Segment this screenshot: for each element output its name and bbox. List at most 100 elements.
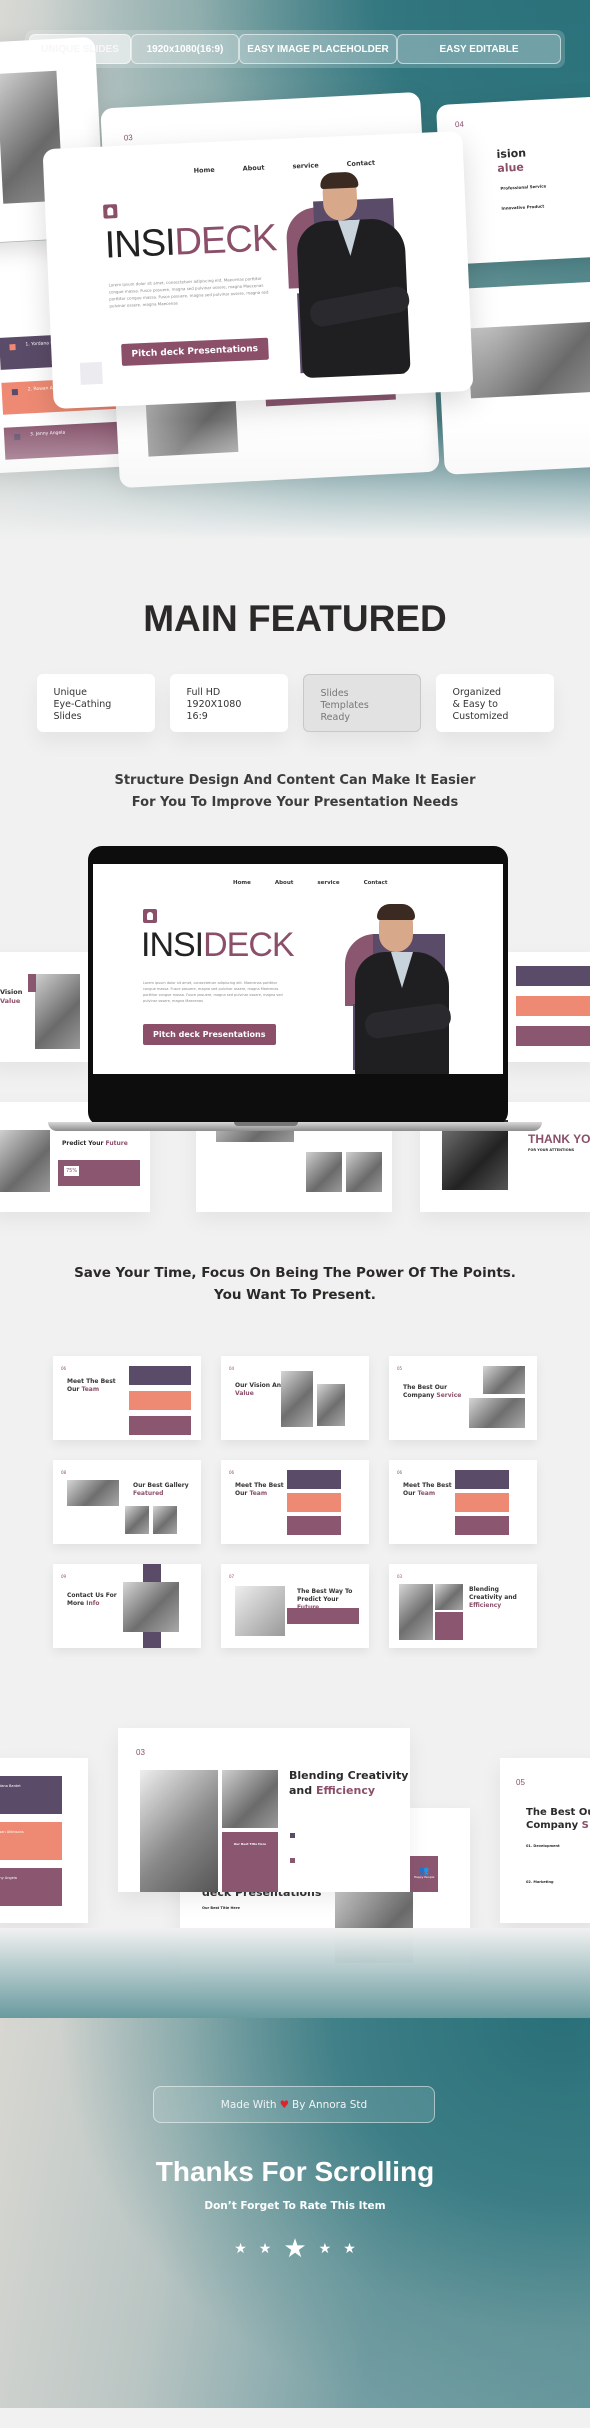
slide-thumbnail[interactable]: 06 Meet The Best Our Team xyxy=(389,1460,537,1544)
balcony-photo xyxy=(140,1770,218,1892)
team-bar-1: Yordana Bardet xyxy=(0,1776,62,1814)
grid-heading: Save Your Time, Focus On Being The Power… xyxy=(74,1265,516,1303)
side-slide-vision: Vision Value xyxy=(0,952,90,1062)
laptop-screen: Home About service Contact INSIDECK Lore… xyxy=(93,864,503,1074)
info-box: Our Best Title Here xyxy=(222,1832,278,1892)
slide-thumbnail[interactable]: 04 Our Vision And Value xyxy=(221,1356,369,1440)
chip-full-hd[interactable]: Full HD 1920X1080 16:9 xyxy=(169,674,288,732)
slide-thumbnail[interactable]: 05 The Best Our Company Service xyxy=(389,1356,537,1440)
star-icon[interactable]: ★ xyxy=(259,2242,272,2256)
service-item: 02. Marketing xyxy=(526,1880,554,1884)
slides-grid: 06 Meet The Best Our Team 04 Our Vision … xyxy=(0,1356,590,1648)
pill-easy-editable[interactable]: EASY EDITABLE xyxy=(397,34,561,64)
vision-item: Innovative Product xyxy=(501,203,545,211)
thanks-heading: Thanks For Scrolling xyxy=(155,2156,435,2187)
tablet-photo xyxy=(0,1130,50,1192)
chip-unique-slides[interactable]: Unique Eye-Cathing Slides xyxy=(36,674,155,732)
bullet-marker xyxy=(290,1833,295,1838)
nav-home[interactable]: Home xyxy=(233,880,251,886)
star-icon[interactable]: ★ xyxy=(343,2242,356,2256)
nav-about[interactable]: About xyxy=(242,164,264,173)
center-title: Blending Creativity and Efficiency xyxy=(289,1769,409,1797)
pitch-deck-button[interactable]: Pitch deck Presentations xyxy=(121,337,269,367)
slide-number: 04 xyxy=(454,119,465,130)
accent-shape xyxy=(28,974,36,992)
nav-service[interactable]: service xyxy=(292,161,319,170)
slide-thumbnail[interactable]: 07 The Best Way To Predict Your Future xyxy=(221,1564,369,1648)
brand-title: INSIDECK xyxy=(103,217,278,267)
office-photo xyxy=(467,320,590,399)
laptop-notch xyxy=(234,1122,298,1126)
slide-thumbnail[interactable]: 06 Meet The Best Our Team xyxy=(53,1356,201,1440)
pitch-deck-button[interactable]: Pitch deck Presentations xyxy=(143,1024,276,1045)
pill-image-placeholder[interactable]: EASY IMAGE PLACEHOLDER xyxy=(239,34,397,64)
people-icon: 👥 xyxy=(419,1866,429,1875)
chip-easy-customize[interactable]: Organized & Easy to Customized xyxy=(435,674,554,732)
service-item: 01. Development xyxy=(526,1844,560,1848)
pill-resolution[interactable]: 1920x1080(16:9) xyxy=(131,34,239,64)
nav-home[interactable]: Home xyxy=(193,166,214,175)
collage-left-slide: Yordana Bardet Rowan Atkinsons Jenny Ang… xyxy=(0,1758,88,1923)
slide-thumbnail[interactable]: 08 Our Best Gallery Featured xyxy=(53,1460,201,1544)
bullet-marker xyxy=(290,1858,295,1863)
laptop-mockup: Home About service Contact INSIDECK Lore… xyxy=(88,846,508,1126)
team-bar-3 xyxy=(516,1026,590,1046)
footer-section: Made With ♥ By Annora Std Thanks For Scr… xyxy=(0,1928,590,2408)
happy-people-badge: 👥 Happy People xyxy=(410,1856,438,1892)
rating-stars: ★ ★ ★ ★ ★ xyxy=(0,2236,590,2262)
star-icon[interactable]: ★ xyxy=(234,2242,247,2256)
team-bar-2: Rowan Atkinsons xyxy=(0,1822,62,1860)
slide-thumbnail[interactable]: 09 Contact Us For More Info xyxy=(53,1564,201,1648)
percent-bar: 75% xyxy=(58,1160,140,1186)
vision-item: Professional Service xyxy=(500,183,547,191)
future-title: Predict Your Future xyxy=(62,1140,128,1147)
user-icon xyxy=(103,204,118,219)
brand-title: INSIDECK xyxy=(141,926,295,964)
tagline: Structure Design And Content Can Make It… xyxy=(114,773,476,810)
rate-subtitle: Don’t Forget To Rate This Item xyxy=(204,2200,386,2212)
main-cover-slide: Home About service Contact INSIDECK Lore… xyxy=(42,130,474,410)
meeting-photo xyxy=(35,974,80,1049)
back-subtitle: Our Best Title Here xyxy=(202,1906,240,1910)
main-featured-heading: MAIN FEATURED xyxy=(143,598,447,639)
hero-section: UNIQUE SLIDES 1920x1080(16:9) EASY IMAGE… xyxy=(0,0,590,540)
team-bar-3: Jenny Angela xyxy=(0,1868,62,1906)
team-bar-2 xyxy=(516,996,590,1016)
nav-service[interactable]: service xyxy=(317,880,339,886)
star-icon[interactable]: ★ xyxy=(283,2236,306,2262)
collage-right-slide: 05 The Best Ou Company S 01. Development… xyxy=(500,1758,590,1923)
laptop-woman-photo xyxy=(222,1770,278,1828)
businessman-image xyxy=(284,171,433,389)
vision-title: Vision Value xyxy=(0,988,23,1005)
star-icon[interactable]: ★ xyxy=(319,2242,332,2256)
team-bar-3: 3. Jenny Angela xyxy=(3,419,156,460)
team-bar-1 xyxy=(516,966,590,986)
pill-unique-slides[interactable]: UNIQUE SLIDES xyxy=(29,34,131,64)
vision-title: ision alue xyxy=(496,146,527,175)
nav-about[interactable]: About xyxy=(275,880,294,886)
slide-body-text: Lorem ipsum dolor sit amet, consectetuer… xyxy=(143,981,283,1003)
slide-body-text: Lorem ipsum dolor sit amet, consectetuer… xyxy=(108,275,269,309)
slide-number: 03 xyxy=(123,132,133,143)
user-icon xyxy=(143,909,157,923)
slide-nav: Home About service Contact xyxy=(233,880,388,886)
laptop-showcase: VisionValue Predict Your Future 75% Feat… xyxy=(0,832,590,1252)
main-featured-section: MAIN FEATURED Unique Eye-Cathing Slides … xyxy=(0,528,590,814)
slide-number: 03 xyxy=(136,1748,145,1757)
heart-icon: ♥ xyxy=(279,2098,289,2111)
gallery-photo xyxy=(346,1152,382,1192)
side-slide-team xyxy=(500,952,590,1062)
gallery-photo xyxy=(306,1152,342,1192)
nav-contact[interactable]: Contact xyxy=(364,880,388,886)
slide-thumbnail[interactable]: 03 Blending Creativity and Efficiency xyxy=(389,1564,537,1648)
chip-templates-ready[interactable]: Slides Templates Ready xyxy=(302,674,421,732)
feature-pill-bar: UNIQUE SLIDES 1920x1080(16:9) EASY IMAGE… xyxy=(25,30,565,68)
thank-you-sub: FOR YOUR ATTENTIONS xyxy=(528,1148,575,1152)
slide-thumbnail[interactable]: 06 Meet The Best Our Team xyxy=(221,1460,369,1544)
feature-chips: Unique Eye-Cathing Slides Full HD 1920X1… xyxy=(0,674,590,732)
nav-contact[interactable]: Contact xyxy=(346,159,375,168)
made-with-badge[interactable]: Made With ♥ By Annora Std xyxy=(153,2086,435,2123)
thank-you-title: THANK YOU xyxy=(528,1132,590,1146)
collage-center-slide: 03 Our Best Title Here Blending Creativi… xyxy=(118,1728,410,1892)
right-title: The Best Ou Company S xyxy=(526,1807,590,1831)
